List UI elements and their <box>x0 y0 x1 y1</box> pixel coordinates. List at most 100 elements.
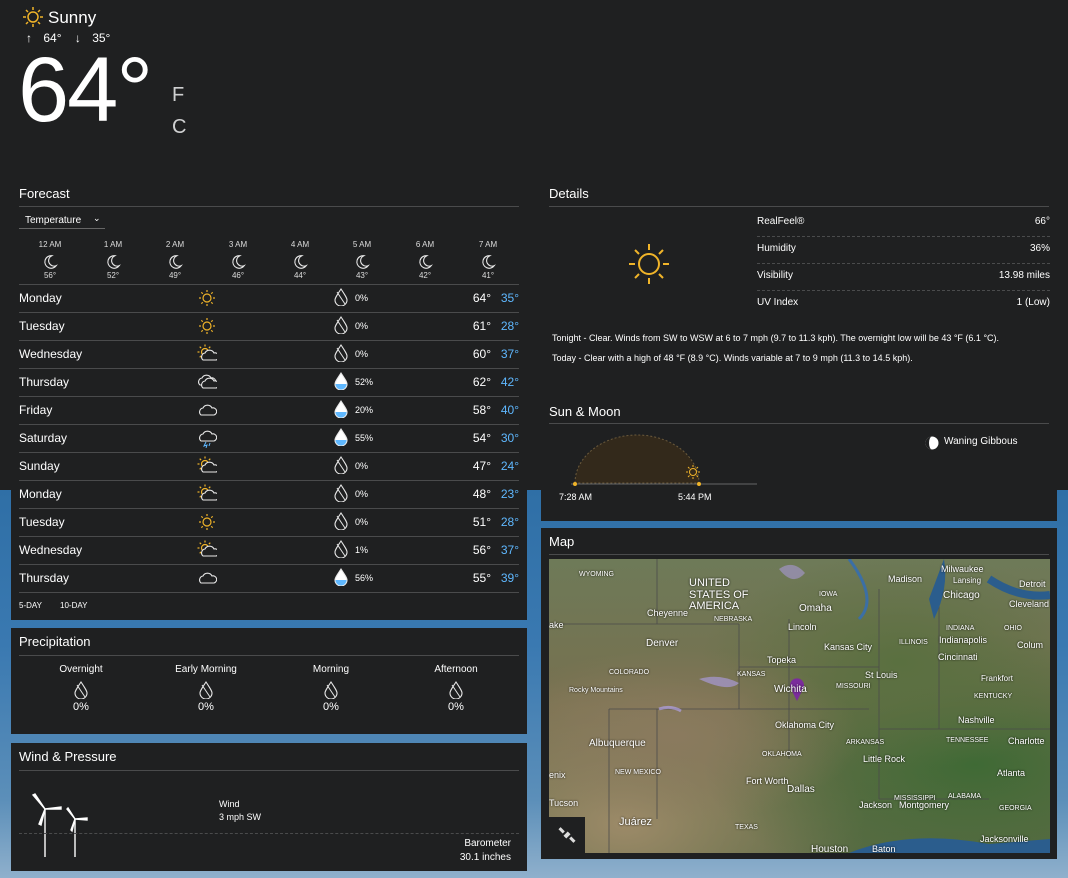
moon-icon <box>228 253 248 271</box>
map-label: Chicago <box>943 590 980 601</box>
details-label: RealFeel® <box>757 216 805 227</box>
map-label: Frankfort <box>981 674 1014 683</box>
map-label: ALABAMA <box>948 793 982 800</box>
forecast-day-row[interactable]: Wednesday 0% 60° 37° <box>19 340 519 368</box>
unit-f-toggle[interactable]: F <box>172 84 184 107</box>
unit-c-toggle[interactable]: C <box>172 116 186 139</box>
precip-chance: 52% <box>355 377 374 387</box>
map-label: Houston <box>811 844 849 853</box>
low-temp: 23° <box>500 487 519 501</box>
forecast-day-row[interactable]: Friday 20% 58° 40° <box>19 396 519 424</box>
map-view[interactable]: UNITED STATES OF AMERICA WYOMING IOWA Milwa… <box>549 559 1050 853</box>
map-label: Little Rock <box>863 754 906 764</box>
map-label: INDIANA <box>946 625 975 632</box>
moon-icon <box>415 253 435 271</box>
hour-item: 2 AM 49° <box>155 240 195 280</box>
hour-time: 2 AM <box>165 240 185 249</box>
forecast-day-row[interactable]: Monday 0% 48° 23° <box>19 480 519 508</box>
details-value: 36% <box>1029 243 1050 254</box>
map-label: ARKANSAS <box>846 739 885 746</box>
day-name: Sunday <box>19 459 60 473</box>
high-temp: 62° <box>472 375 491 389</box>
low-temp: 35° <box>500 291 519 305</box>
sun-icon <box>197 316 217 336</box>
map-label: NEW MEXICO <box>615 769 661 776</box>
chevron-down-icon: ⌄ <box>93 213 101 223</box>
map-label: Tucson <box>549 798 579 808</box>
map-label: Denver <box>646 638 679 649</box>
satellite-toggle-button[interactable] <box>549 817 585 853</box>
hour-item: 12 AM 56° <box>30 240 70 280</box>
sun-icon <box>197 512 217 532</box>
forecast-day-row[interactable]: Thursday 56% 55° 39° <box>19 564 519 592</box>
forecast-day-row[interactable]: Sunday 0% 47° 24° <box>19 452 519 480</box>
precipitation-periods: Overnight 0% Early Morning 0% Morning 0% After… <box>11 664 527 734</box>
hour-item: 5 AM 43° <box>342 240 382 280</box>
wind-value: 3 mph SW <box>219 812 262 822</box>
high-temp: 61° <box>472 319 491 333</box>
high-temp: 60° <box>472 347 491 361</box>
hour-time: 3 AM <box>228 240 248 249</box>
low-temp: 24° <box>500 459 519 473</box>
precipitation-panel: Precipitation Overnight 0% Early Morning 0%… <box>11 628 527 734</box>
forecast-day-row[interactable]: Wednesday 1% 56° 37° <box>19 536 519 564</box>
range-10day[interactable]: 10-DAY <box>60 601 87 610</box>
map-label: Kansas City <box>824 642 873 652</box>
precip-period-value: 0% <box>198 701 214 713</box>
low-temp: 30° <box>500 431 519 445</box>
hour-item: 4 AM 44° <box>280 240 320 280</box>
map-label: NEBRASKA <box>714 616 753 623</box>
day-name: Saturday <box>19 431 68 445</box>
map-label: OKLAHOMA <box>762 751 802 758</box>
low-temp: 28° <box>500 515 519 529</box>
details-label: Visibility <box>757 270 793 281</box>
moon-icon <box>103 253 123 271</box>
current-temperature: 64° <box>18 39 153 141</box>
map-label: Jackson <box>859 800 893 810</box>
hour-temp: 44° <box>293 271 307 280</box>
map-label: KENTUCKY <box>974 693 1013 700</box>
forecast-dropdown[interactable]: Temperature ⌄ <box>19 212 105 229</box>
map-panel: Map UNITED STATES OF AMERICA WYOMING IOW… <box>541 528 1057 859</box>
forecast-day-row[interactable]: Thursday 52% 62° 42° <box>19 368 519 396</box>
map-label: Atlanta <box>997 768 1026 778</box>
cloud-icon <box>197 400 218 420</box>
high-temp: 58° <box>472 403 491 417</box>
map-label: Indianapolis <box>939 635 988 645</box>
hour-temp: 41° <box>481 271 495 280</box>
precip-period-label: Afternoon <box>434 664 478 675</box>
map-label: UNITED STATES OF AMERICA <box>689 577 749 613</box>
map-label: Cheyenne <box>647 608 689 618</box>
rain-drop-icon <box>334 400 348 419</box>
forecast-day-row[interactable]: Saturday 55% 54° 30° <box>19 424 519 452</box>
details-divider <box>757 263 1050 264</box>
rain-drop-icon <box>449 681 463 700</box>
high-temp: 47° <box>472 459 491 473</box>
high-temp: 51° <box>472 515 491 529</box>
precip-chance: 0% <box>355 461 369 471</box>
details-value: 66° <box>1034 216 1050 227</box>
hour-item: 1 AM 52° <box>93 240 133 280</box>
rain-drop-icon <box>324 681 338 700</box>
sunrise-time: 7:28 AM <box>559 492 593 502</box>
map-label: OHIO <box>1004 625 1022 632</box>
details-value: 1 (Low) <box>1016 297 1050 308</box>
rain-drop-icon <box>334 540 348 559</box>
map-label: GEORGIA <box>999 805 1032 812</box>
sun-icon <box>197 288 217 308</box>
forecast-day-row[interactable]: Tuesday 0% 61° 28° <box>19 312 519 340</box>
precip-chance: 0% <box>355 321 369 331</box>
map-label: Baton <box>872 844 896 853</box>
map-title: Map <box>549 534 575 549</box>
map-label: WYOMING <box>579 571 614 578</box>
map-label: Albuquerque <box>589 738 646 749</box>
range-5day[interactable]: 5-DAY <box>19 601 42 610</box>
map-label: Fort Worth <box>746 776 789 786</box>
hour-temp: 43° <box>355 271 369 280</box>
satellite-icon <box>558 827 576 843</box>
forecast-day-row[interactable]: Monday 0% 64° 35° <box>19 284 519 312</box>
hour-temp: 56° <box>43 271 57 280</box>
map-label: Madison <box>888 574 923 584</box>
details-tonight: Tonight - Clear. Winds from SW to WSW at… <box>552 333 1000 343</box>
forecast-day-row[interactable]: Tuesday 0% 51° 28° <box>19 508 519 536</box>
